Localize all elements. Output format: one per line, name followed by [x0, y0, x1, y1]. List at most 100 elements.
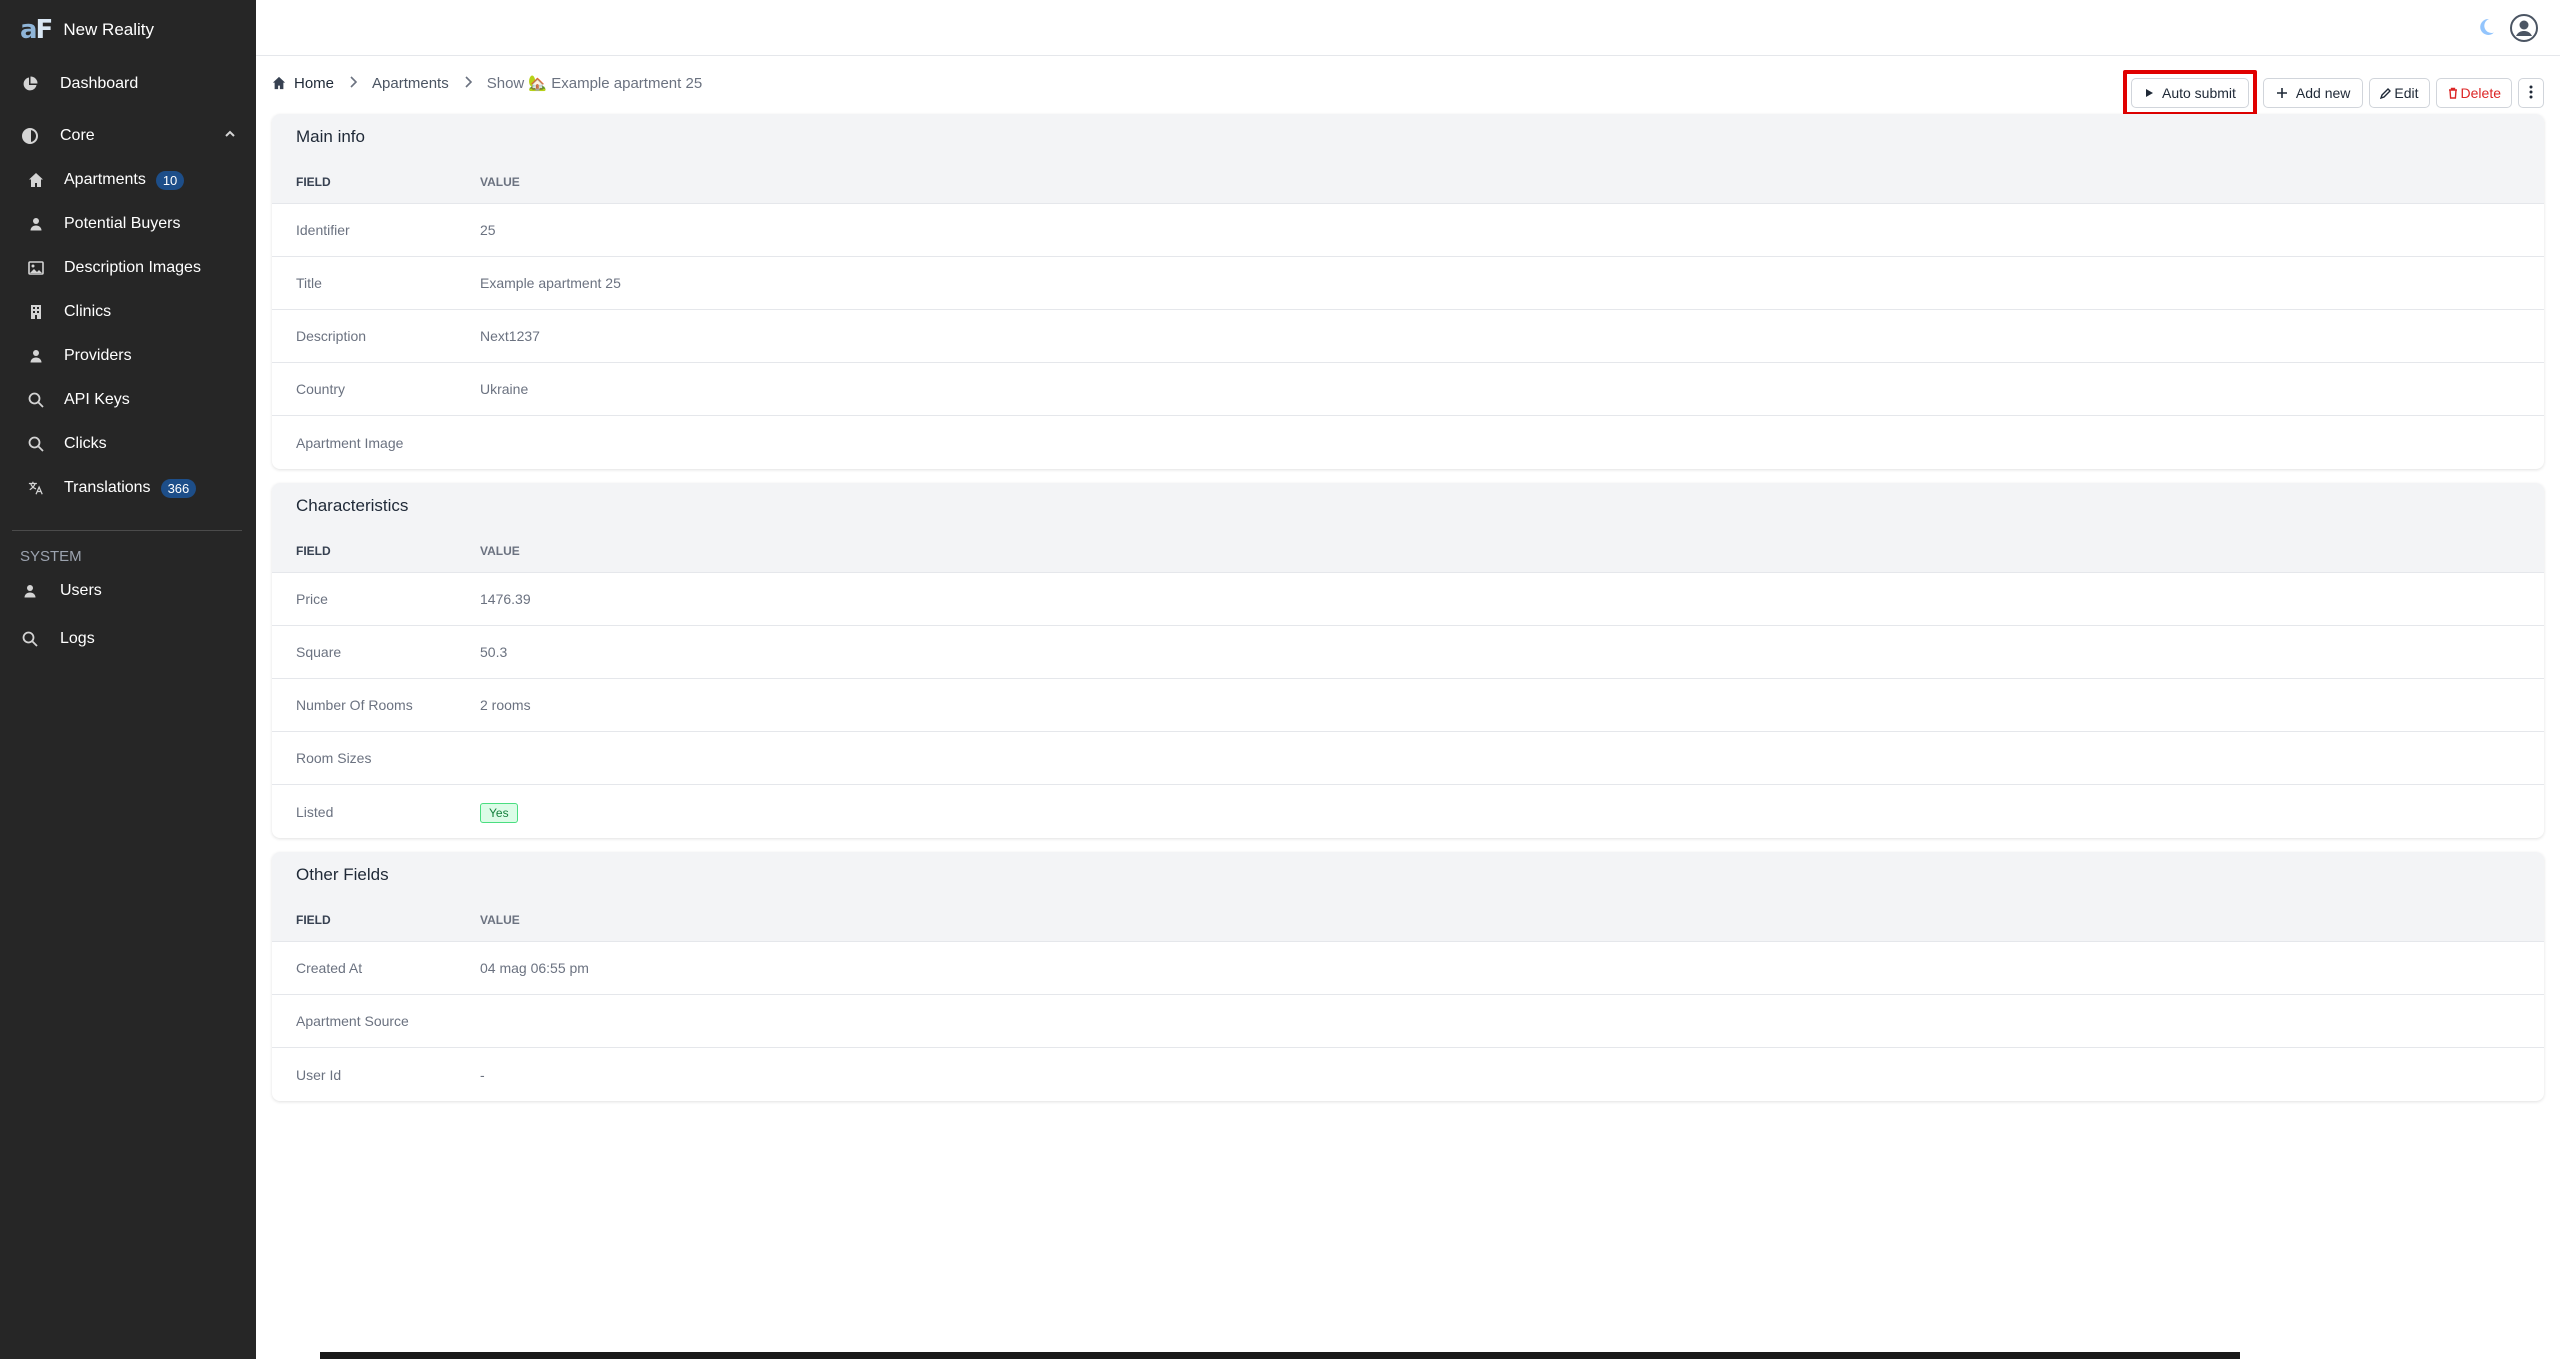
trash-icon	[2447, 87, 2459, 99]
sidebar-item-label: Providers	[64, 347, 132, 364]
value-column-header: VALUE	[480, 174, 520, 189]
image-icon	[28, 260, 44, 276]
table-header: FIELD VALUE	[272, 529, 2544, 573]
field-value: Example apartment 25	[480, 275, 621, 291]
field-column-header: FIELD	[296, 543, 331, 558]
table-row: Apartment Image	[272, 416, 2544, 469]
auto-submit-label: Auto submit	[2161, 85, 2236, 101]
field-value: Next1237	[480, 328, 540, 344]
sidebar-item-label: API Keys	[64, 391, 130, 408]
translate-icon	[28, 480, 44, 496]
sidebar-item-users[interactable]: Users	[0, 569, 256, 613]
table-row: Square 50.3	[272, 626, 2544, 679]
sidebar-item-providers[interactable]: Providers	[0, 334, 256, 378]
field-column-header: FIELD	[296, 912, 331, 927]
home-icon	[272, 76, 286, 90]
field-label: Title	[296, 275, 322, 291]
play-icon	[2144, 88, 2154, 98]
more-options-button[interactable]	[2518, 78, 2544, 108]
home-icon	[28, 172, 44, 188]
sidebar-item-apartments[interactable]: Apartments 10	[0, 158, 256, 202]
sidebar: aF New Reality Dashboard Core Apartments…	[0, 0, 256, 1359]
sidebar-item-api-keys[interactable]: API Keys	[0, 378, 256, 422]
table-row: Room Sizes	[272, 732, 2544, 785]
horizontal-scrollbar[interactable]	[320, 1352, 2240, 1359]
delete-label: Delete	[2460, 85, 2501, 101]
field-label: Room Sizes	[296, 750, 372, 766]
field-label: Price	[296, 591, 328, 607]
sidebar-item-logs[interactable]: Logs	[0, 617, 256, 661]
chevron-up-icon[interactable]	[224, 127, 236, 145]
edit-label: Edit	[2394, 85, 2419, 101]
field-label: Description	[296, 328, 367, 344]
delete-button[interactable]: Delete	[2435, 78, 2512, 108]
field-label: Listed	[296, 803, 334, 820]
table-row: Identifier 25	[272, 204, 2544, 257]
add-new-button[interactable]: Add new	[2262, 78, 2364, 108]
field-label: Apartment Image	[296, 434, 404, 451]
table-row: Listed Yes	[272, 785, 2544, 838]
highlight-box: Auto submit	[2122, 70, 2257, 116]
field-value: -	[480, 1066, 485, 1083]
field-value: 25	[480, 222, 496, 238]
sidebar-item-dashboard[interactable]: Dashboard	[0, 62, 256, 106]
field-label: Created At	[296, 960, 363, 976]
dots-vertical-icon	[2529, 85, 2533, 102]
breadcrumb-home[interactable]: Home	[272, 75, 334, 92]
sidebar-item-translations[interactable]: Translations 366	[0, 466, 256, 510]
count-badge: 10	[155, 170, 185, 190]
card-title: Other Fields	[272, 852, 2544, 898]
sidebar-item-label: Potential Buyers	[64, 215, 181, 232]
table-row: Country Ukraine	[272, 363, 2544, 416]
sidebar-item-label: Dashboard	[60, 75, 139, 92]
field-label: Apartment Source	[296, 1013, 409, 1029]
sidebar-group-core[interactable]: Core	[0, 114, 256, 158]
field-value: 04 mag 06:55 pm	[480, 960, 589, 976]
chevron-right-icon	[348, 75, 358, 92]
user-icon	[28, 348, 44, 364]
search-icon	[28, 392, 44, 408]
pencil-icon	[2380, 87, 2392, 99]
table-row: Description Next1237	[272, 310, 2544, 363]
user-icon	[20, 581, 40, 601]
sidebar-item-description-images[interactable]: Description Images	[0, 246, 256, 290]
main-info-card: Main info FIELD VALUE Identifier 25 Titl…	[272, 114, 2544, 469]
count-badge: 366	[160, 478, 197, 498]
field-label: Number Of Rooms	[296, 697, 413, 713]
sidebar-item-label: Users	[60, 582, 102, 599]
sidebar-item-clinics[interactable]: Clinics	[0, 290, 256, 334]
table-row: Number Of Rooms 2 rooms	[272, 679, 2544, 732]
field-column-header: FIELD	[296, 174, 331, 189]
dark-mode-toggle-icon[interactable]	[2476, 17, 2496, 42]
table-row: Created At 04 mag 06:55 pm	[272, 942, 2544, 995]
brand[interactable]: aF New Reality	[0, 0, 256, 60]
action-toolbar: Auto submit Add new Edit Delete	[2122, 70, 2544, 116]
breadcrumb-apartments[interactable]: Apartments	[372, 75, 449, 92]
sidebar-item-label: Logs	[60, 630, 95, 647]
user-avatar-icon[interactable]	[2510, 14, 2538, 47]
chevron-right-icon	[463, 75, 473, 92]
field-label: User Id	[296, 1066, 342, 1083]
sidebar-item-potential-buyers[interactable]: Potential Buyers	[0, 202, 256, 246]
table-row: Apartment Source	[272, 995, 2544, 1048]
plus-icon	[2276, 87, 2288, 99]
auto-submit-button[interactable]: Auto submit	[2130, 78, 2249, 108]
sidebar-item-label: Core	[60, 127, 95, 144]
sidebar-item-label: Clinics	[64, 303, 112, 320]
sidebar-item-label: Description Images	[64, 259, 201, 276]
sidebar-item-label: Apartments	[64, 171, 146, 188]
field-label: Country	[296, 381, 346, 397]
sidebar-item-label: Translations	[64, 479, 151, 496]
user-icon	[28, 216, 44, 232]
table-row: User Id -	[272, 1048, 2544, 1101]
sidebar-item-clicks[interactable]: Clicks	[0, 422, 256, 466]
field-value: 1476.39	[480, 591, 531, 607]
value-column-header: VALUE	[480, 912, 520, 927]
edit-button[interactable]: Edit	[2369, 78, 2430, 108]
field-value: Yes	[480, 802, 518, 823]
breadcrumb: Home Apartments Show 🏡 Example apartment…	[272, 74, 702, 92]
field-value: Ukraine	[480, 381, 529, 397]
field-label: Square	[296, 644, 342, 660]
table-row: Title Example apartment 25	[272, 257, 2544, 310]
breadcrumb-current: Show 🏡 Example apartment 25	[486, 75, 703, 92]
